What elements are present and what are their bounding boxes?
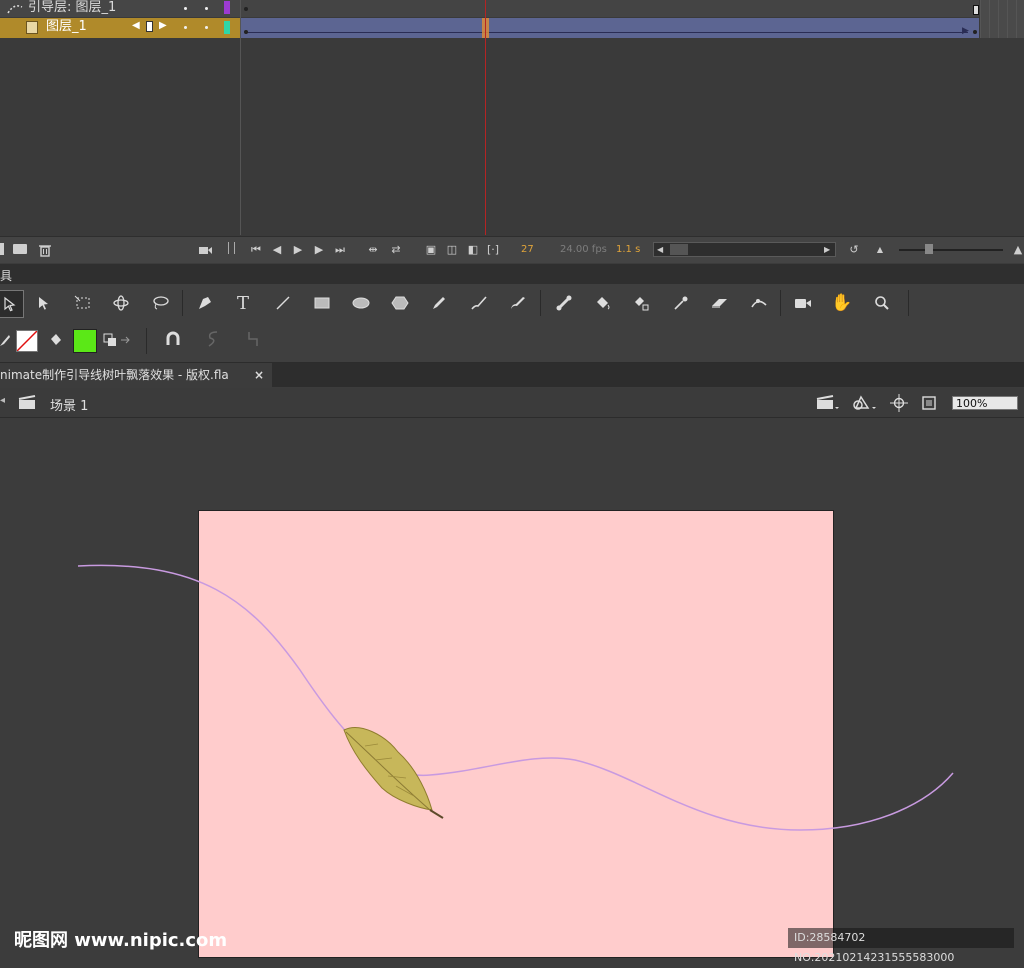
stage-overlay [77,564,954,831]
motion-guide-path [77,564,954,831]
watermark-id: ID:28584702 NO:20210214231555583000 [788,928,1014,964]
watermark-logo: 昵图网 www.nipic.com [14,930,228,951]
leaf-symbol [343,727,444,819]
